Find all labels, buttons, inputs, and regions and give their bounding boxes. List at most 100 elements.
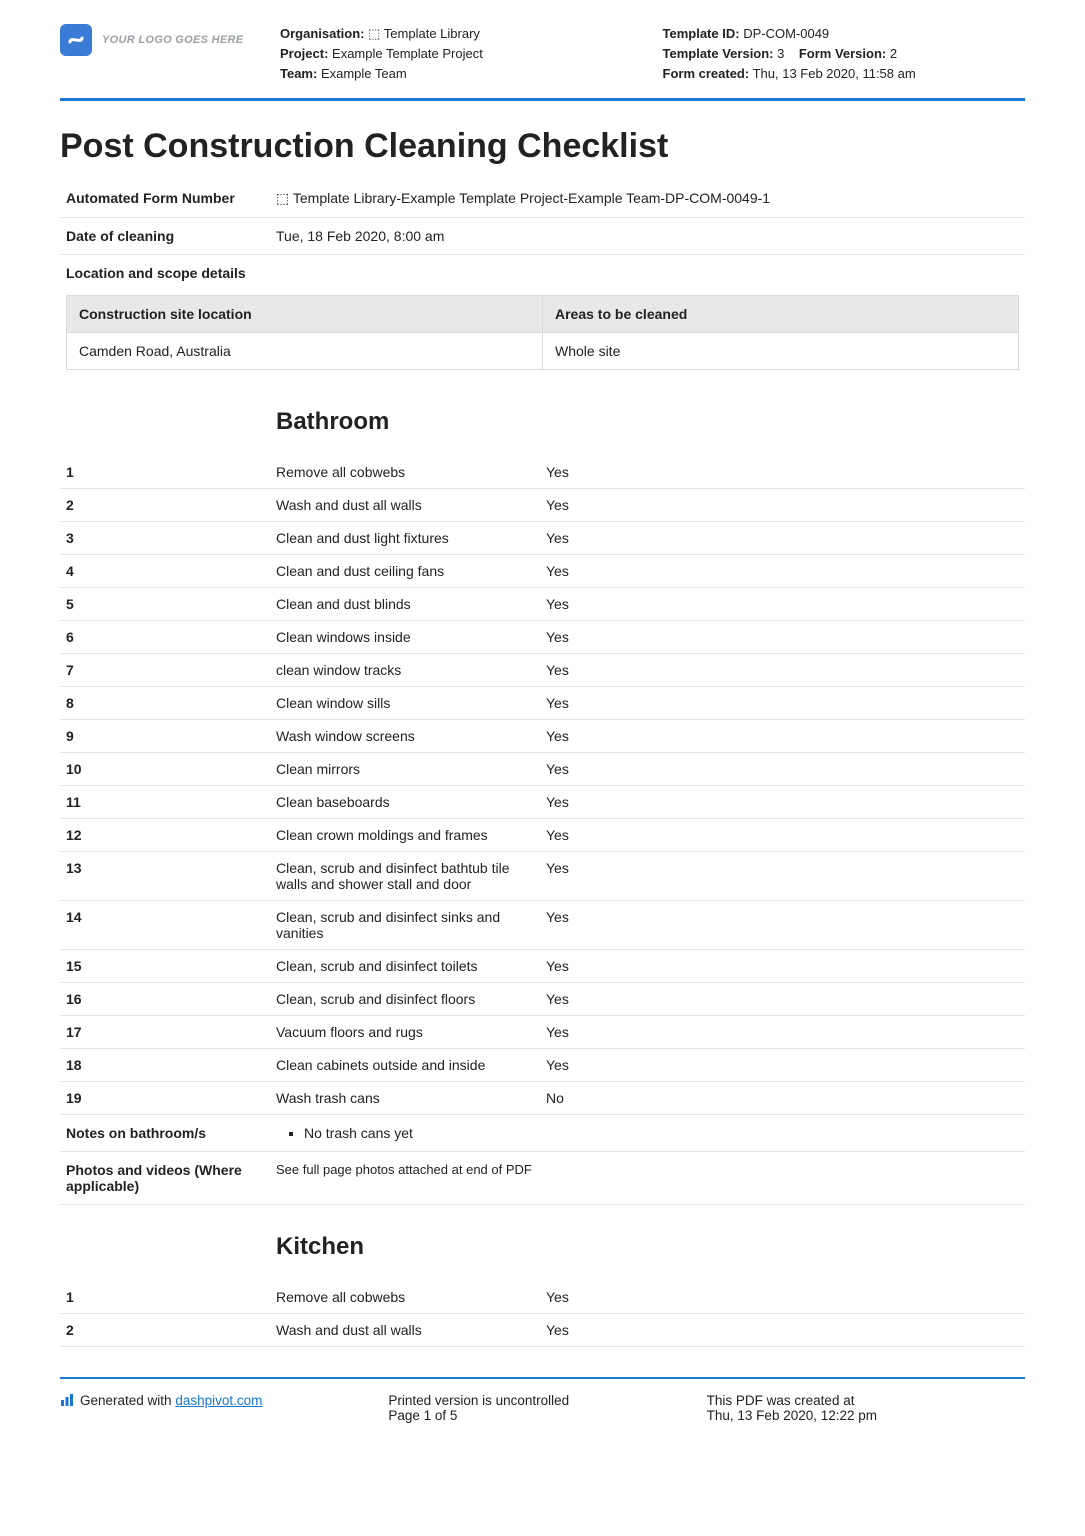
bathroom-section: Bathroom <box>60 380 1025 456</box>
bathroom-notes-bullet: No trash cans yet <box>304 1125 1019 1141</box>
checklist-row: 14Clean, scrub and disinfect sinks and v… <box>60 901 1025 950</box>
checklist-answer: Yes <box>540 687 1025 720</box>
loc-th2: Areas to be cleaned <box>543 296 1019 333</box>
checklist-task: Clean window sills <box>270 687 540 720</box>
checklist-answer: Yes <box>540 852 1025 901</box>
bathroom-notes-label: Notes on bathroom/s <box>60 1115 270 1152</box>
checklist-answer: Yes <box>540 588 1025 621</box>
checklist-answer: Yes <box>540 1016 1025 1049</box>
page-number: Page 1 of 5 <box>388 1408 706 1423</box>
project-label: Project: <box>280 46 328 61</box>
checklist-answer: Yes <box>540 950 1025 983</box>
form-created-label: Form created: <box>663 66 750 81</box>
checklist-answer: Yes <box>540 819 1025 852</box>
chart-icon <box>60 1393 74 1410</box>
checklist-row: 9Wash window screensYes <box>60 720 1025 753</box>
checklist-number: 15 <box>60 950 270 983</box>
org-value: ⬚ Template Library <box>368 26 480 41</box>
location-scope-label: Location and scope details <box>60 255 270 292</box>
checklist-task: Clean crown moldings and frames <box>270 819 540 852</box>
form-version-label: Form Version: <box>799 46 886 61</box>
checklist-number: 17 <box>60 1016 270 1049</box>
checklist-row: 10Clean mirrorsYes <box>60 753 1025 786</box>
checklist-answer: Yes <box>540 621 1025 654</box>
checklist-number: 2 <box>60 489 270 522</box>
logo-icon <box>60 24 92 56</box>
checklist-number: 13 <box>60 852 270 901</box>
checklist-answer: Yes <box>540 456 1025 489</box>
template-id-value: DP-COM-0049 <box>743 26 829 41</box>
checklist-answer: Yes <box>540 753 1025 786</box>
kitchen-checklist: 1Remove all cobwebsYes2Wash and dust all… <box>60 1281 1025 1347</box>
checklist-task: Clean and dust ceiling fans <box>270 555 540 588</box>
document-header: YOUR LOGO GOES HERE Organisation: ⬚ Temp… <box>60 24 1025 101</box>
checklist-answer: Yes <box>540 786 1025 819</box>
uncontrolled-text: Printed version is uncontrolled <box>388 1393 706 1408</box>
checklist-answer: Yes <box>540 555 1025 588</box>
checklist-row: 13Clean, scrub and disinfect bathtub til… <box>60 852 1025 901</box>
checklist-number: 3 <box>60 522 270 555</box>
checklist-task: Clean windows inside <box>270 621 540 654</box>
checklist-answer: No <box>540 1082 1025 1115</box>
checklist-row: 16Clean, scrub and disinfect floorsYes <box>60 983 1025 1016</box>
checklist-answer: Yes <box>540 522 1025 555</box>
checklist-number: 1 <box>60 1281 270 1314</box>
kitchen-section: Kitchen <box>60 1205 1025 1281</box>
date-of-cleaning-value: Tue, 18 Feb 2020, 8:00 am <box>270 218 1025 255</box>
project-value: Example Template Project <box>332 46 483 61</box>
document-footer: Generated with dashpivot.com Printed ver… <box>60 1377 1025 1443</box>
team-label: Team: <box>280 66 317 81</box>
org-label: Organisation: <box>280 26 365 41</box>
footer-right: This PDF was created at Thu, 13 Feb 2020… <box>707 1393 1025 1423</box>
checklist-number: 6 <box>60 621 270 654</box>
generated-prefix: Generated with <box>80 1393 175 1408</box>
checklist-row: 5Clean and dust blindsYes <box>60 588 1025 621</box>
form-meta-table: Automated Form Number ⬚ Template Library… <box>60 180 1025 380</box>
bathroom-heading: Bathroom <box>276 390 1019 446</box>
checklist-number: 11 <box>60 786 270 819</box>
checklist-task: Clean baseboards <box>270 786 540 819</box>
checklist-task: Clean, scrub and disinfect sinks and van… <box>270 901 540 950</box>
bathroom-photos-label: Photos and videos (Where applicable) <box>60 1152 270 1205</box>
bathroom-photos-value: See full page photos attached at end of … <box>270 1152 1025 1205</box>
checklist-row: 18Clean cabinets outside and insideYes <box>60 1049 1025 1082</box>
checklist-answer: Yes <box>540 654 1025 687</box>
template-version-value: 3 <box>777 46 784 61</box>
checklist-number: 4 <box>60 555 270 588</box>
template-version-label: Template Version: <box>663 46 774 61</box>
checklist-answer: Yes <box>540 720 1025 753</box>
checklist-number: 9 <box>60 720 270 753</box>
checklist-task: Wash and dust all walls <box>270 489 540 522</box>
dashpivot-link[interactable]: dashpivot.com <box>175 1393 262 1408</box>
checklist-row: 7clean window tracksYes <box>60 654 1025 687</box>
checklist-number: 12 <box>60 819 270 852</box>
checklist-task: Clean, scrub and disinfect bathtub tile … <box>270 852 540 901</box>
checklist-task: Clean and dust blinds <box>270 588 540 621</box>
auto-form-number-value: ⬚ Template Library-Example Template Proj… <box>270 180 1025 218</box>
checklist-number: 1 <box>60 456 270 489</box>
checklist-row: 11Clean baseboardsYes <box>60 786 1025 819</box>
checklist-task: clean window tracks <box>270 654 540 687</box>
checklist-answer: Yes <box>540 489 1025 522</box>
date-of-cleaning-label: Date of cleaning <box>60 218 270 255</box>
checklist-number: 19 <box>60 1082 270 1115</box>
checklist-row: 3Clean and dust light fixturesYes <box>60 522 1025 555</box>
kitchen-heading: Kitchen <box>276 1215 1019 1271</box>
location-scope-table: Construction site location Areas to be c… <box>66 295 1019 370</box>
pdf-created-label: This PDF was created at <box>707 1393 1025 1408</box>
form-created-value: Thu, 13 Feb 2020, 11:58 am <box>753 66 916 81</box>
checklist-answer: Yes <box>540 983 1025 1016</box>
checklist-row: 12Clean crown moldings and framesYes <box>60 819 1025 852</box>
bathroom-notes-block: Notes on bathroom/s No trash cans yet Ph… <box>60 1115 1025 1205</box>
footer-left: Generated with dashpivot.com <box>60 1393 378 1423</box>
checklist-task: Clean mirrors <box>270 753 540 786</box>
page-title: Post Construction Cleaning Checklist <box>60 127 1025 166</box>
checklist-task: Wash trash cans <box>270 1082 540 1115</box>
checklist-row: 6Clean windows insideYes <box>60 621 1025 654</box>
checklist-number: 5 <box>60 588 270 621</box>
checklist-number: 2 <box>60 1314 270 1347</box>
header-meta-right: Template ID: DP-COM-0049 Template Versio… <box>663 24 1026 84</box>
checklist-row: 17Vacuum floors and rugsYes <box>60 1016 1025 1049</box>
checklist-row: 4Clean and dust ceiling fansYes <box>60 555 1025 588</box>
checklist-number: 18 <box>60 1049 270 1082</box>
